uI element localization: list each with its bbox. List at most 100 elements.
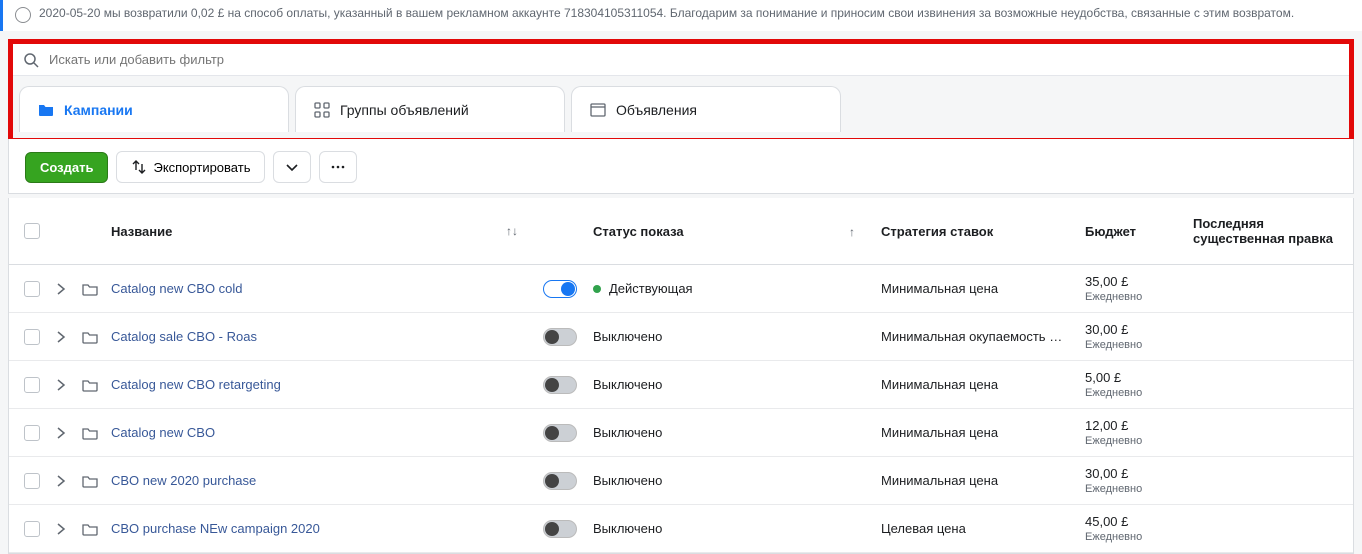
expand-toggle[interactable] — [51, 281, 71, 297]
chevron-right-icon — [53, 281, 69, 297]
sort-icon[interactable]: ↑↓ — [506, 224, 518, 238]
folder-icon — [38, 102, 54, 118]
expand-toggle[interactable] — [51, 521, 71, 537]
campaign-link[interactable]: CBO new 2020 purchase — [111, 473, 256, 488]
status-text: Выключено — [593, 425, 662, 440]
campaign-table: Название ↑↓ Статус показа ↑ Стратегия ст… — [8, 198, 1354, 554]
expand-toggle[interactable] — [51, 473, 71, 489]
select-all-checkbox[interactable] — [24, 223, 40, 239]
table-row: Catalog new CBO Выключено Минимальная це… — [9, 409, 1353, 457]
table-row: CBO purchase NEw campaign 2020 Выключено… — [9, 505, 1353, 553]
folder-icon — [82, 329, 98, 345]
row-checkbox[interactable] — [24, 425, 40, 441]
status-text: Выключено — [593, 377, 662, 392]
budget-amount: 12,00 £ — [1085, 418, 1185, 433]
budget-period: Ежедневно — [1085, 531, 1185, 543]
budget-amount: 35,00 £ — [1085, 274, 1185, 289]
budget-period: Ежедневно — [1085, 291, 1185, 303]
header-status[interactable]: Статус показа — [593, 224, 841, 239]
chevron-right-icon — [53, 425, 69, 441]
status-toggle[interactable] — [543, 376, 577, 394]
tab-label: Кампании — [64, 102, 133, 118]
table-row: Catalog sale CBO - Roas Выключено Минима… — [9, 313, 1353, 361]
status-text: Действующая — [609, 281, 693, 296]
budget-amount: 45,00 £ — [1085, 514, 1185, 529]
chevron-right-icon — [53, 377, 69, 393]
strategy-cell: Минимальная окупаемость … — [881, 329, 1077, 344]
status-text: Выключено — [593, 329, 662, 344]
row-checkbox[interactable] — [24, 281, 40, 297]
chevron-down-icon — [284, 159, 300, 175]
tab-label: Объявления — [616, 102, 697, 118]
folder-icon — [82, 425, 98, 441]
strategy-cell: Целевая цена — [881, 521, 1077, 536]
folder-icon — [82, 473, 98, 489]
status-text: Выключено — [593, 473, 662, 488]
search-icon — [23, 52, 39, 68]
header-budget[interactable]: Бюджет — [1085, 224, 1185, 239]
row-checkbox[interactable] — [24, 377, 40, 393]
status-toggle[interactable] — [543, 472, 577, 490]
export-label: Экспортировать — [153, 160, 250, 175]
campaign-link[interactable]: CBO purchase NEw campaign 2020 — [111, 521, 320, 536]
folder-icon — [82, 377, 98, 393]
highlighted-area: Кампании Группы объявлений Объявления — [8, 39, 1354, 143]
status-toggle[interactable] — [543, 280, 577, 298]
expand-toggle[interactable] — [51, 377, 71, 393]
campaign-link[interactable]: Catalog new CBO retargeting — [111, 377, 281, 392]
create-button[interactable]: Создать — [25, 152, 108, 183]
chevron-right-icon — [53, 521, 69, 537]
table-body: Catalog new CBO cold Действующая Минимал… — [9, 265, 1353, 553]
header-lastedit[interactable]: Последняя существенная правка — [1193, 216, 1341, 246]
status-toggle[interactable] — [543, 328, 577, 346]
strategy-cell: Минимальная цена — [881, 473, 1077, 488]
tab-label: Группы объявлений — [340, 102, 469, 118]
table-row: Catalog new CBO cold Действующая Минимал… — [9, 265, 1353, 313]
folder-icon — [82, 521, 98, 537]
header-strategy[interactable]: Стратегия ставок — [881, 224, 1077, 239]
header-name[interactable]: Название — [109, 224, 489, 239]
status-toggle[interactable] — [543, 424, 577, 442]
table-row: CBO new 2020 purchase Выключено Минималь… — [9, 457, 1353, 505]
status-dot — [593, 285, 601, 293]
chevron-right-icon — [53, 329, 69, 345]
tab-ads[interactable]: Объявления — [571, 86, 841, 132]
budget-period: Ежедневно — [1085, 339, 1185, 351]
campaign-link[interactable]: Catalog new CBO — [111, 425, 215, 440]
more-button[interactable] — [319, 151, 357, 183]
grid-icon — [314, 102, 330, 118]
table-row: Catalog new CBO retargeting Выключено Ми… — [9, 361, 1353, 409]
sort-up-icon[interactable]: ↑ — [849, 225, 855, 239]
info-icon — [15, 7, 31, 23]
row-checkbox[interactable] — [24, 329, 40, 345]
budget-period: Ежедневно — [1085, 387, 1185, 399]
export-caret-button[interactable] — [273, 151, 311, 183]
status-toggle[interactable] — [543, 520, 577, 538]
tab-campaigns[interactable]: Кампании — [19, 86, 289, 132]
budget-amount: 5,00 £ — [1085, 370, 1185, 385]
toolbar: Создать Экспортировать — [8, 139, 1354, 194]
export-button[interactable]: Экспортировать — [116, 151, 265, 183]
status-text: Выключено — [593, 521, 662, 536]
table-header: Название ↑↓ Статус показа ↑ Стратегия ст… — [9, 198, 1353, 265]
tab-strip: Кампании Группы объявлений Объявления — [13, 76, 1349, 132]
campaign-link[interactable]: Catalog new CBO cold — [111, 281, 243, 296]
budget-period: Ежедневно — [1085, 483, 1185, 495]
chevron-right-icon — [53, 473, 69, 489]
folder-icon — [82, 281, 98, 297]
ad-icon — [590, 102, 606, 118]
budget-amount: 30,00 £ — [1085, 322, 1185, 337]
dots-icon — [330, 159, 346, 175]
strategy-cell: Минимальная цена — [881, 281, 1077, 296]
campaign-link[interactable]: Catalog sale CBO - Roas — [111, 329, 257, 344]
tab-adsets[interactable]: Группы объявлений — [295, 86, 565, 132]
strategy-cell: Минимальная цена — [881, 377, 1077, 392]
row-checkbox[interactable] — [24, 473, 40, 489]
expand-toggle[interactable] — [51, 425, 71, 441]
budget-amount: 30,00 £ — [1085, 466, 1185, 481]
expand-toggle[interactable] — [51, 329, 71, 345]
refund-notice: 2020-05-20 мы возвратили 0,02 £ на спосо… — [0, 0, 1362, 31]
search-input[interactable] — [49, 52, 1339, 67]
budget-period: Ежедневно — [1085, 435, 1185, 447]
row-checkbox[interactable] — [24, 521, 40, 537]
